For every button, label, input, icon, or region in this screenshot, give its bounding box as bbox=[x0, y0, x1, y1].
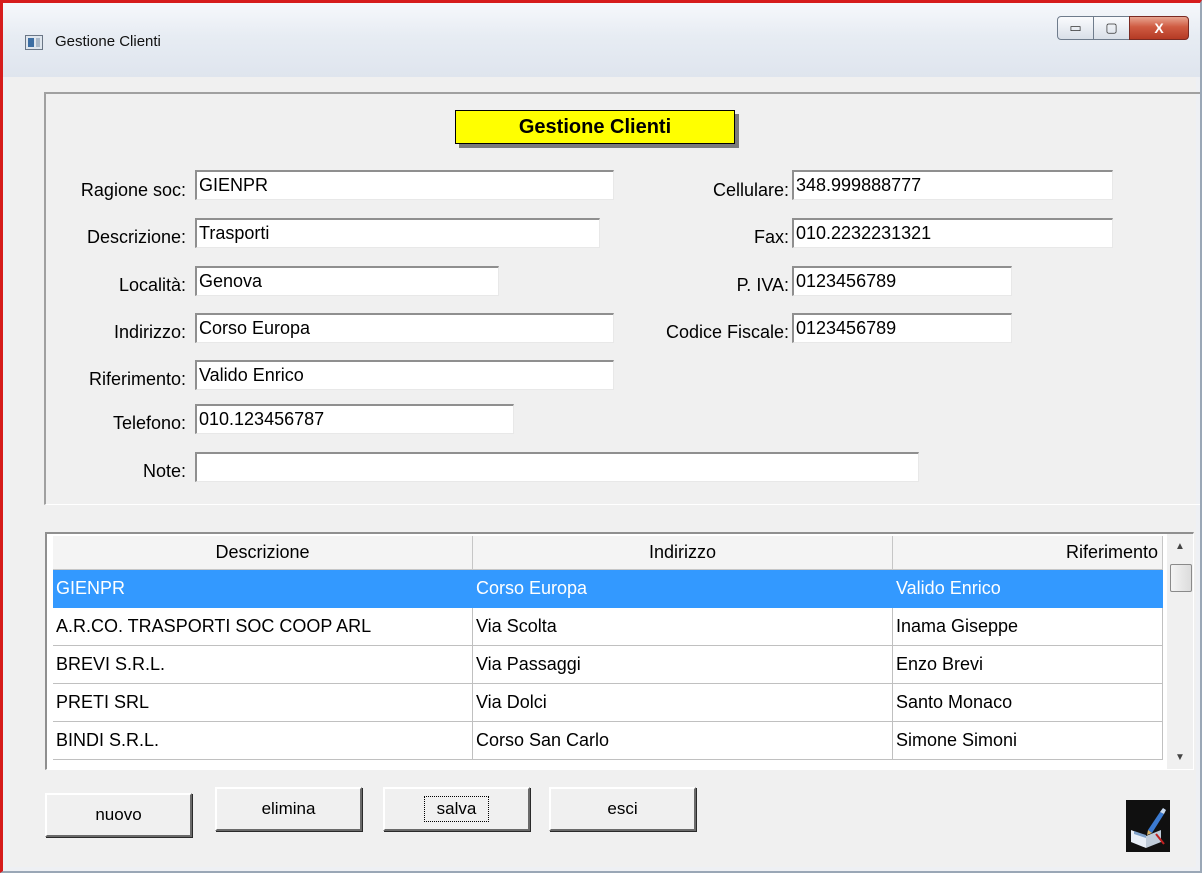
nuovo-button-label: nuovo bbox=[95, 805, 142, 824]
table-cell: Santo Monaco bbox=[893, 684, 1163, 722]
table-cell: Enzo Brevi bbox=[893, 646, 1163, 684]
window-app-icon bbox=[25, 35, 43, 50]
application-window: Gestione Clienti ▭ ▢ X Gestione Clienti … bbox=[0, 0, 1202, 873]
column-header-riferimento[interactable]: Riferimento bbox=[893, 536, 1163, 570]
table-row[interactable]: BREVI S.R.L. Via Passaggi Enzo Brevi bbox=[53, 646, 1163, 684]
window-title: Gestione Clienti bbox=[55, 33, 161, 50]
table-cell: Corso Europa bbox=[473, 570, 893, 608]
cellulare-label: Cellulare: bbox=[712, 180, 789, 200]
piva-field[interactable]: 0123456789 bbox=[792, 266, 1012, 296]
table-cell: PRETI SRL bbox=[53, 684, 473, 722]
table-cell: GIENPR bbox=[53, 570, 473, 608]
descrizione-field[interactable]: Trasporti bbox=[195, 218, 600, 248]
table-cell: Via Passaggi bbox=[473, 646, 893, 684]
fax-field[interactable]: 010.2232231321 bbox=[792, 218, 1113, 248]
elimina-button[interactable]: elimina bbox=[215, 787, 362, 831]
table-cell: BREVI S.R.L. bbox=[53, 646, 473, 684]
maximize-button[interactable]: ▢ bbox=[1093, 16, 1130, 40]
table-cell: BINDI S.R.L. bbox=[53, 722, 473, 760]
clients-table[interactable]: Descrizione Indirizzo Riferimento GIENPR… bbox=[45, 532, 1194, 770]
indirizzo-field[interactable]: Corso Europa bbox=[195, 313, 614, 343]
cellulare-field[interactable]: 348.999888777 bbox=[792, 170, 1113, 200]
table-cell: A.R.CO. TRASPORTI SOC COOP ARL bbox=[53, 608, 473, 646]
minimize-button[interactable]: ▭ bbox=[1057, 16, 1094, 40]
title-bar[interactable]: Gestione Clienti ▭ ▢ X bbox=[3, 3, 1200, 77]
table-cell: Via Scolta bbox=[473, 608, 893, 646]
table-row[interactable]: A.R.CO. TRASPORTI SOC COOP ARL Via Scolt… bbox=[53, 608, 1163, 646]
scroll-up-icon[interactable]: ▲ bbox=[1167, 536, 1193, 556]
table-cell: Valido Enrico bbox=[893, 570, 1163, 608]
riferimento-label: Riferimento: bbox=[88, 369, 186, 389]
nuovo-button[interactable]: nuovo bbox=[45, 793, 192, 837]
close-icon: X bbox=[1154, 20, 1164, 36]
note-field[interactable] bbox=[195, 452, 919, 482]
caption-buttons: ▭ ▢ X bbox=[1057, 16, 1189, 42]
telefono-label: Telefono: bbox=[112, 413, 186, 433]
close-button[interactable]: X bbox=[1129, 16, 1189, 40]
codice-fiscale-label: Codice Fiscale: bbox=[665, 322, 789, 342]
ragione-soc-field[interactable]: GIENPR bbox=[195, 170, 614, 200]
table-cell: Inama Giseppe bbox=[893, 608, 1163, 646]
telefono-field[interactable]: 010.123456787 bbox=[195, 404, 514, 434]
table-row[interactable]: PRETI SRL Via Dolci Santo Monaco bbox=[53, 684, 1163, 722]
localita-label: Località: bbox=[118, 275, 186, 295]
ragione-soc-label: Ragione soc: bbox=[80, 180, 186, 200]
descrizione-label: Descrizione: bbox=[86, 227, 186, 247]
codice-fiscale-field[interactable]: 0123456789 bbox=[792, 313, 1012, 343]
table-row[interactable]: BINDI S.R.L. Corso San Carlo Simone Simo… bbox=[53, 722, 1163, 760]
table-header: Descrizione Indirizzo Riferimento bbox=[53, 536, 1163, 570]
scroll-thumb[interactable] bbox=[1170, 564, 1192, 592]
esci-button[interactable]: esci bbox=[549, 787, 696, 831]
fax-label: Fax: bbox=[753, 227, 789, 247]
minimize-icon: ▭ bbox=[1069, 20, 1082, 35]
piva-label: P. IVA: bbox=[736, 275, 789, 295]
page-heading: Gestione Clienti bbox=[455, 110, 735, 144]
table-cell: Via Dolci bbox=[473, 684, 893, 722]
column-header-descrizione[interactable]: Descrizione bbox=[53, 536, 473, 570]
column-header-indirizzo[interactable]: Indirizzo bbox=[473, 536, 893, 570]
table-row-selected[interactable]: GIENPR Corso Europa Valido Enrico bbox=[53, 570, 1163, 608]
salva-button-label: salva bbox=[423, 796, 490, 822]
note-label: Note: bbox=[142, 461, 186, 481]
table-scrollbar[interactable]: ▲ ▼ bbox=[1167, 534, 1193, 769]
scroll-down-icon[interactable]: ▼ bbox=[1167, 747, 1193, 767]
riferimento-field[interactable]: Valido Enrico bbox=[195, 360, 614, 390]
elimina-button-label: elimina bbox=[261, 799, 316, 818]
table-cell: Corso San Carlo bbox=[473, 722, 893, 760]
client-form-group bbox=[44, 92, 1200, 505]
maximize-icon: ▢ bbox=[1105, 20, 1118, 35]
client-area: Gestione Clienti Ragione soc: GIENPR Des… bbox=[8, 77, 1200, 867]
indirizzo-label: Indirizzo: bbox=[113, 322, 186, 342]
book-pen-icon bbox=[1126, 800, 1170, 852]
table-cell: Simone Simoni bbox=[893, 722, 1163, 760]
salva-button[interactable]: salva bbox=[383, 787, 530, 831]
localita-field[interactable]: Genova bbox=[195, 266, 499, 296]
esci-button-label: esci bbox=[607, 799, 638, 818]
